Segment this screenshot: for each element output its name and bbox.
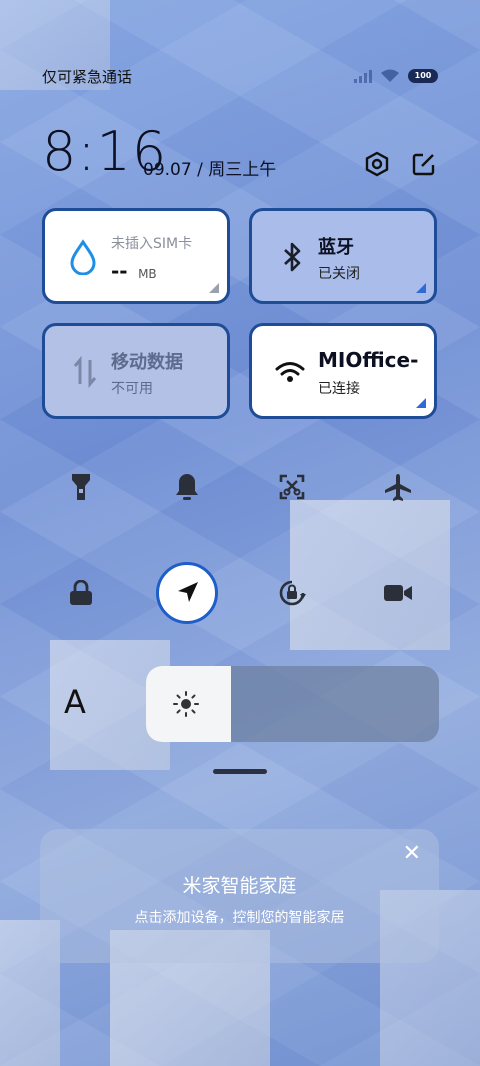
video-camera-icon xyxy=(384,585,412,601)
font-size-button[interactable]: A xyxy=(64,683,86,721)
brightness-slider[interactable] xyxy=(146,666,439,742)
screenshot-toggle[interactable] xyxy=(270,465,314,509)
screen-recorder-toggle[interactable] xyxy=(376,571,420,615)
bluetooth-tile[interactable]: 蓝牙 已关闭 xyxy=(249,208,437,304)
tile-corner-indicator xyxy=(416,398,426,408)
carrier-text: 仅可紧急通话 xyxy=(42,67,133,86)
flashlight-icon xyxy=(72,474,90,500)
data-usage-unit: MB xyxy=(138,267,157,281)
mobile-data-title: 移动数据 xyxy=(111,352,183,373)
data-transfer-icon xyxy=(73,355,97,389)
wifi-status-icon xyxy=(381,69,399,82)
data-usage-value: -- MB xyxy=(111,259,157,283)
status-icons: 100 xyxy=(354,69,438,83)
flashlight-toggle[interactable] xyxy=(59,465,103,509)
date-text: 09.07 / 周三上午 xyxy=(143,160,277,180)
auto-rotate-icon xyxy=(279,580,306,606)
data-usage-tile[interactable]: 未插入SIM卡 -- MB xyxy=(42,208,230,304)
mijia-smart-home-card[interactable]: ✕ 米家智能家庭 点击添加设备，控制您的智能家居 xyxy=(40,829,439,963)
tile-corner-indicator xyxy=(209,283,219,293)
drag-handle[interactable] xyxy=(213,769,267,774)
edit-icon[interactable] xyxy=(410,150,438,178)
bluetooth-status: 已关闭 xyxy=(318,266,360,282)
water-drop-icon xyxy=(70,239,96,275)
mobile-data-tile[interactable]: 移动数据 不可用 xyxy=(42,323,230,419)
bluetooth-icon xyxy=(284,242,301,272)
tile-corner-indicator xyxy=(416,283,426,293)
lock-icon xyxy=(70,580,92,605)
close-icon[interactable]: ✕ xyxy=(403,841,421,866)
signal-icon xyxy=(354,69,372,83)
data-usage-amount: -- xyxy=(111,259,128,283)
airplane-mode-toggle[interactable] xyxy=(376,465,420,509)
mijia-card-subtitle: 点击添加设备，控制您的智能家居 xyxy=(134,910,345,926)
screen-lock-toggle[interactable] xyxy=(59,571,103,615)
background-cube xyxy=(290,500,450,650)
settings-icon[interactable] xyxy=(363,150,391,178)
wifi-tile[interactable]: MIOffice- 已连接 xyxy=(249,323,437,419)
bell-icon xyxy=(176,474,198,500)
battery-icon: 100 xyxy=(408,69,438,83)
mijia-card-title: 米家智能家庭 xyxy=(182,875,297,897)
screenshot-icon xyxy=(279,474,305,500)
status-bar: 仅可紧急通话 100 xyxy=(42,60,438,92)
wifi-icon xyxy=(275,362,305,382)
location-icon xyxy=(178,582,198,602)
airplane-icon xyxy=(385,474,411,501)
location-toggle[interactable] xyxy=(156,562,218,624)
wifi-status: 已连接 xyxy=(318,381,360,397)
data-usage-title: 未插入SIM卡 xyxy=(111,236,193,252)
sun-icon xyxy=(173,691,199,717)
mobile-data-status: 不可用 xyxy=(111,381,153,397)
wifi-network-name: MIOffice- xyxy=(318,348,419,372)
auto-rotate-toggle[interactable] xyxy=(270,571,314,615)
notification-toggle[interactable] xyxy=(165,465,209,509)
bluetooth-title: 蓝牙 xyxy=(318,237,354,258)
